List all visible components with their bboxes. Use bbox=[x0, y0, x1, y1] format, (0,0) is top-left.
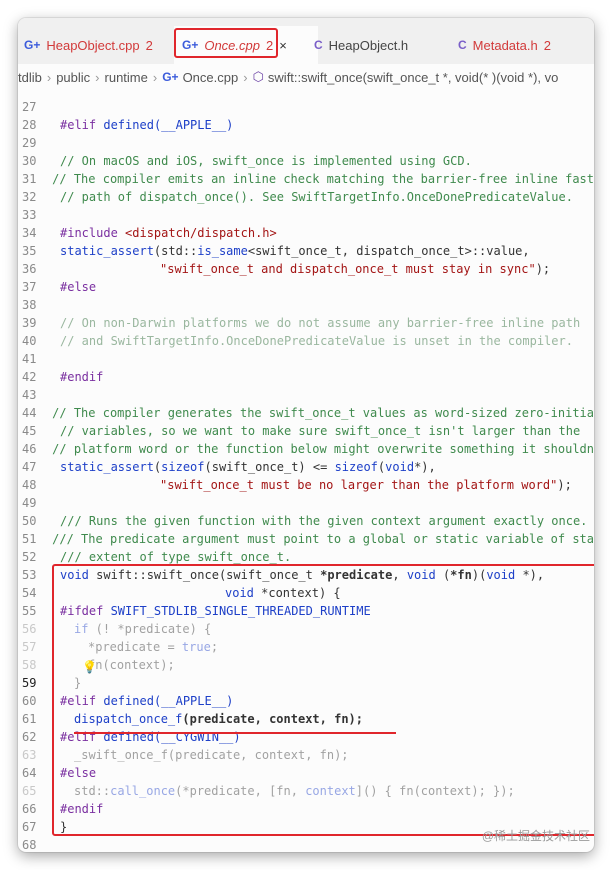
code-line: 35 static_assert(std::is_same<swift_once_… bbox=[22, 244, 530, 258]
editor-window: G+ HeapObject.cpp 2 G+ Once.cpp 2 × C He… bbox=[18, 18, 594, 852]
tab-label: HeapObject.h bbox=[328, 37, 409, 53]
tab-bar: G+ HeapObject.cpp 2 G+ Once.cpp 2 × C He… bbox=[18, 18, 594, 65]
code-line: 31// The compiler emits an inline check … bbox=[22, 172, 594, 186]
code-line: 44// The compiler generates the swift_on… bbox=[22, 406, 594, 420]
code-line: 49 bbox=[22, 496, 37, 510]
breadcrumb: tdlib › public › runtime › G+ Once.cpp ›… bbox=[18, 64, 594, 90]
close-tab-icon[interactable]: × bbox=[279, 38, 287, 53]
error-count-badge: 2 bbox=[145, 37, 153, 53]
watermark: @稀土掘金技术社区 bbox=[481, 829, 590, 843]
code-line: 41 bbox=[22, 352, 37, 366]
code-line: 30// On macOS and iOS, swift_once is imp… bbox=[22, 154, 472, 168]
breadcrumb-file[interactable]: Once.cpp bbox=[183, 70, 239, 85]
chevron-right-icon: › bbox=[243, 69, 248, 85]
tab-label: Metadata.h bbox=[472, 37, 538, 53]
code-line: 37 #else bbox=[22, 280, 97, 294]
active-tab-highlight-box bbox=[174, 28, 278, 58]
code-line: 34 #include <dispatch/dispatch.h> bbox=[22, 226, 277, 240]
code-line: 36 "swift_once_t and dispatch_once_t must… bbox=[22, 262, 551, 276]
code-line: 43 bbox=[22, 388, 37, 402]
function-highlight-box bbox=[52, 564, 594, 836]
c-header-icon: C bbox=[314, 38, 323, 52]
code-line: 42 #endif bbox=[22, 370, 104, 384]
chevron-right-icon: › bbox=[46, 69, 52, 85]
tab-heapobject-cpp[interactable]: G+ HeapObject.cpp 2 bbox=[24, 26, 174, 64]
code-line: 39// On non-Darwin platforms we do not a… bbox=[22, 316, 581, 330]
breadcrumb-item[interactable]: tdlib bbox=[18, 70, 42, 85]
code-line: 48 "swift_once_t must be no larger than t… bbox=[22, 478, 572, 492]
breadcrumb-item[interactable]: runtime bbox=[105, 70, 148, 85]
code-line: 50/// Runs the given function with the g… bbox=[22, 514, 588, 528]
code-line: 32// path of dispatch_once(). See SwiftT… bbox=[22, 190, 573, 204]
code-line: 47 static_assert(sizeof(swift_once_t) <= … bbox=[22, 460, 436, 474]
tab-label: HeapObject.cpp bbox=[46, 37, 140, 53]
chevron-right-icon: › bbox=[152, 69, 158, 85]
code-line: 46// platform word or the function below… bbox=[22, 442, 594, 456]
lightbulb-icon[interactable]: 💡 bbox=[82, 660, 97, 674]
code-line: 27 bbox=[22, 100, 37, 114]
error-count-badge: 2 bbox=[543, 37, 551, 53]
method-symbol-icon: ⬡ bbox=[252, 69, 264, 84]
tab-heapobject-h[interactable]: C HeapObject.h bbox=[314, 26, 454, 64]
code-line: 51/// The predicate argument must point … bbox=[22, 532, 594, 546]
code-line: 28 #elif defined(__APPLE__) bbox=[22, 118, 234, 132]
c-header-icon: C bbox=[458, 38, 467, 52]
code-line: 38 bbox=[22, 298, 37, 312]
tab-metadata-h[interactable]: C Metadata.h 2 bbox=[458, 26, 594, 64]
code-line: 29 bbox=[22, 136, 37, 150]
cpp-file-icon: G+ bbox=[162, 70, 179, 84]
code-line: 40// and SwiftTargetInfo.OnceDonePredica… bbox=[22, 334, 573, 348]
code-line: 45// variables, so we want to make sure … bbox=[22, 424, 581, 438]
dispatch-call-underline bbox=[74, 732, 396, 734]
chevron-right-icon: › bbox=[95, 69, 100, 85]
breadcrumb-symbol[interactable]: swift::swift_once(swift_once_t *, void(*… bbox=[268, 70, 558, 85]
code-line: 33 bbox=[22, 208, 37, 222]
breadcrumb-item[interactable]: public bbox=[56, 70, 90, 85]
cpp-file-icon: G+ bbox=[24, 38, 41, 52]
